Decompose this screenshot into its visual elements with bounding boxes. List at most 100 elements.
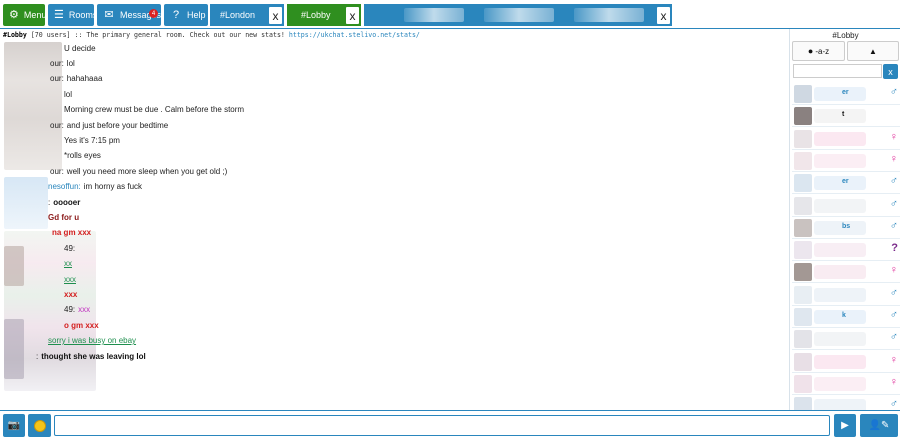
female-icon: ♀ <box>889 375 898 388</box>
chat-message: 49: xxx <box>64 303 90 317</box>
message-text: Gd for u <box>48 212 80 222</box>
user-row[interactable]: ♂ <box>792 284 900 306</box>
messages-button[interactable]: ✉ Messages 4 <box>97 4 161 26</box>
message-text: xxx <box>64 274 76 284</box>
help-button[interactable]: ? Help <box>164 4 208 26</box>
user-row[interactable]: ♂ <box>792 395 900 410</box>
topic-users: [70 users] <box>30 31 71 39</box>
male-icon: ♂ <box>889 309 898 321</box>
chat-message: na gm xxx <box>52 226 91 240</box>
message-text: im horny as fuck <box>83 182 143 192</box>
message-author[interactable]: nesoffun: <box>48 182 81 191</box>
user-edit-button[interactable]: 👤✎ <box>860 414 898 437</box>
redacted-username <box>814 131 866 146</box>
user-row[interactable]: er ♂ <box>792 172 900 195</box>
user-row[interactable]: ♀ <box>792 128 900 150</box>
message-text: and just before your bedtime <box>66 120 169 130</box>
male-icon: ♂ <box>889 219 898 232</box>
message-author[interactable]: 49: <box>64 305 75 314</box>
menu-label: Menu <box>23 10 47 20</box>
tab-label: #Lobby <box>301 10 331 20</box>
redacted-name <box>404 8 464 22</box>
room-topic: #Lobby [70 users] :: The primary general… <box>3 31 788 40</box>
topic-text: :: The primary general room. Check out o… <box>74 31 285 39</box>
user-row[interactable]: bs ♂ <box>792 217 900 239</box>
help-label: Help <box>187 10 206 20</box>
user-search-input[interactable] <box>793 64 882 78</box>
chat-input[interactable] <box>54 415 830 436</box>
triangle-up-icon: ▲ <box>869 46 877 56</box>
user-row[interactable]: ♂ <box>792 328 900 351</box>
tab-label: #London <box>220 10 256 20</box>
message-text: lol <box>66 58 75 68</box>
user-avatar <box>794 196 812 215</box>
user-row[interactable]: ♀ <box>792 373 900 395</box>
user-avatar <box>794 218 812 237</box>
redacted-username <box>814 354 866 369</box>
tab-private-chat[interactable]: x <box>364 4 672 26</box>
rooms-button[interactable]: ☰ Rooms <box>48 4 97 26</box>
user-row[interactable]: t <box>792 105 900 128</box>
message-author[interactable]: our: <box>50 59 64 68</box>
stats-link[interactable]: https://ukchat.stelivo.net/stats/ <box>289 31 420 39</box>
tab-london[interactable]: #London x <box>210 4 284 26</box>
chat-message: our: and just before your bedtime <box>50 118 168 132</box>
sort-direction-button[interactable]: ▲ <box>847 41 899 61</box>
female-icon: ♀ <box>889 264 898 277</box>
redacted-username <box>814 399 866 410</box>
rooms-label: Rooms <box>68 10 98 20</box>
female-icon: ♀ <box>889 130 898 143</box>
message-author[interactable]: : <box>36 352 38 361</box>
message-author[interactable]: our: <box>50 74 64 83</box>
envelope-icon: ✉ <box>104 8 114 21</box>
tab-close-button[interactable]: x <box>657 7 670 24</box>
user-avatar <box>794 330 812 349</box>
chat-message: *rolls eyes <box>64 149 101 163</box>
user-avatar <box>794 107 812 126</box>
question-icon: ? <box>172 8 180 21</box>
sort-alpha-button[interactable]: ● -a-z <box>792 41 845 61</box>
user-row[interactable]: ♀ <box>792 150 900 172</box>
search-clear-button[interactable]: x <box>883 64 898 79</box>
message-author[interactable]: 49: <box>64 244 75 253</box>
camera-button[interactable]: 📷 <box>3 414 25 437</box>
user-row[interactable]: ♂ <box>792 195 900 217</box>
message-text: sorry i was busy on ebay <box>48 336 137 346</box>
user-edit-icon: 👤✎ <box>868 420 890 431</box>
redacted-username <box>814 265 866 280</box>
tab-close-button[interactable]: x <box>346 7 359 24</box>
user-row[interactable]: ♀ <box>792 261 900 284</box>
message-text: well you need more sleep when you get ol… <box>66 166 228 176</box>
camera-icon: 📷 <box>7 420 21 431</box>
redacted-username <box>814 87 866 101</box>
message-author[interactable]: : <box>48 198 50 207</box>
unknown-gender-icon: ? <box>891 242 898 255</box>
male-icon: ♂ <box>889 86 898 98</box>
message-author[interactable]: our: <box>50 167 64 176</box>
female-icon: ♀ <box>889 152 898 165</box>
emoji-button[interactable] <box>28 414 51 437</box>
redacted-username <box>814 153 866 168</box>
user-name: bs <box>842 222 851 230</box>
message-text: xx <box>64 259 72 269</box>
user-row[interactable]: k ♂ <box>792 306 900 328</box>
redacted-username <box>814 198 866 213</box>
chat-message: xxx <box>64 272 76 286</box>
tab-close-button[interactable]: x <box>269 7 282 24</box>
tab-lobby[interactable]: #Lobby x <box>287 4 361 26</box>
user-row[interactable]: ♀ <box>792 351 900 373</box>
message-author[interactable]: our: <box>50 121 64 130</box>
message-text: xxx <box>78 305 91 315</box>
redacted-username <box>814 376 866 391</box>
gear-icon: ⚙ <box>9 8 19 21</box>
chat-message: xxx <box>64 287 77 301</box>
user-row[interactable]: ? <box>792 239 900 262</box>
message-text: o gm xxx <box>64 320 99 330</box>
sort-label: -a-z <box>815 46 830 56</box>
user-row[interactable]: er ♂ <box>792 83 900 105</box>
male-icon: ♂ <box>889 286 898 299</box>
video-button[interactable]: ▶ <box>834 414 856 437</box>
male-icon: ♂ <box>889 197 898 210</box>
menu-button[interactable]: ⚙ Menu <box>3 4 47 26</box>
chat-message: our: lol <box>50 56 75 70</box>
